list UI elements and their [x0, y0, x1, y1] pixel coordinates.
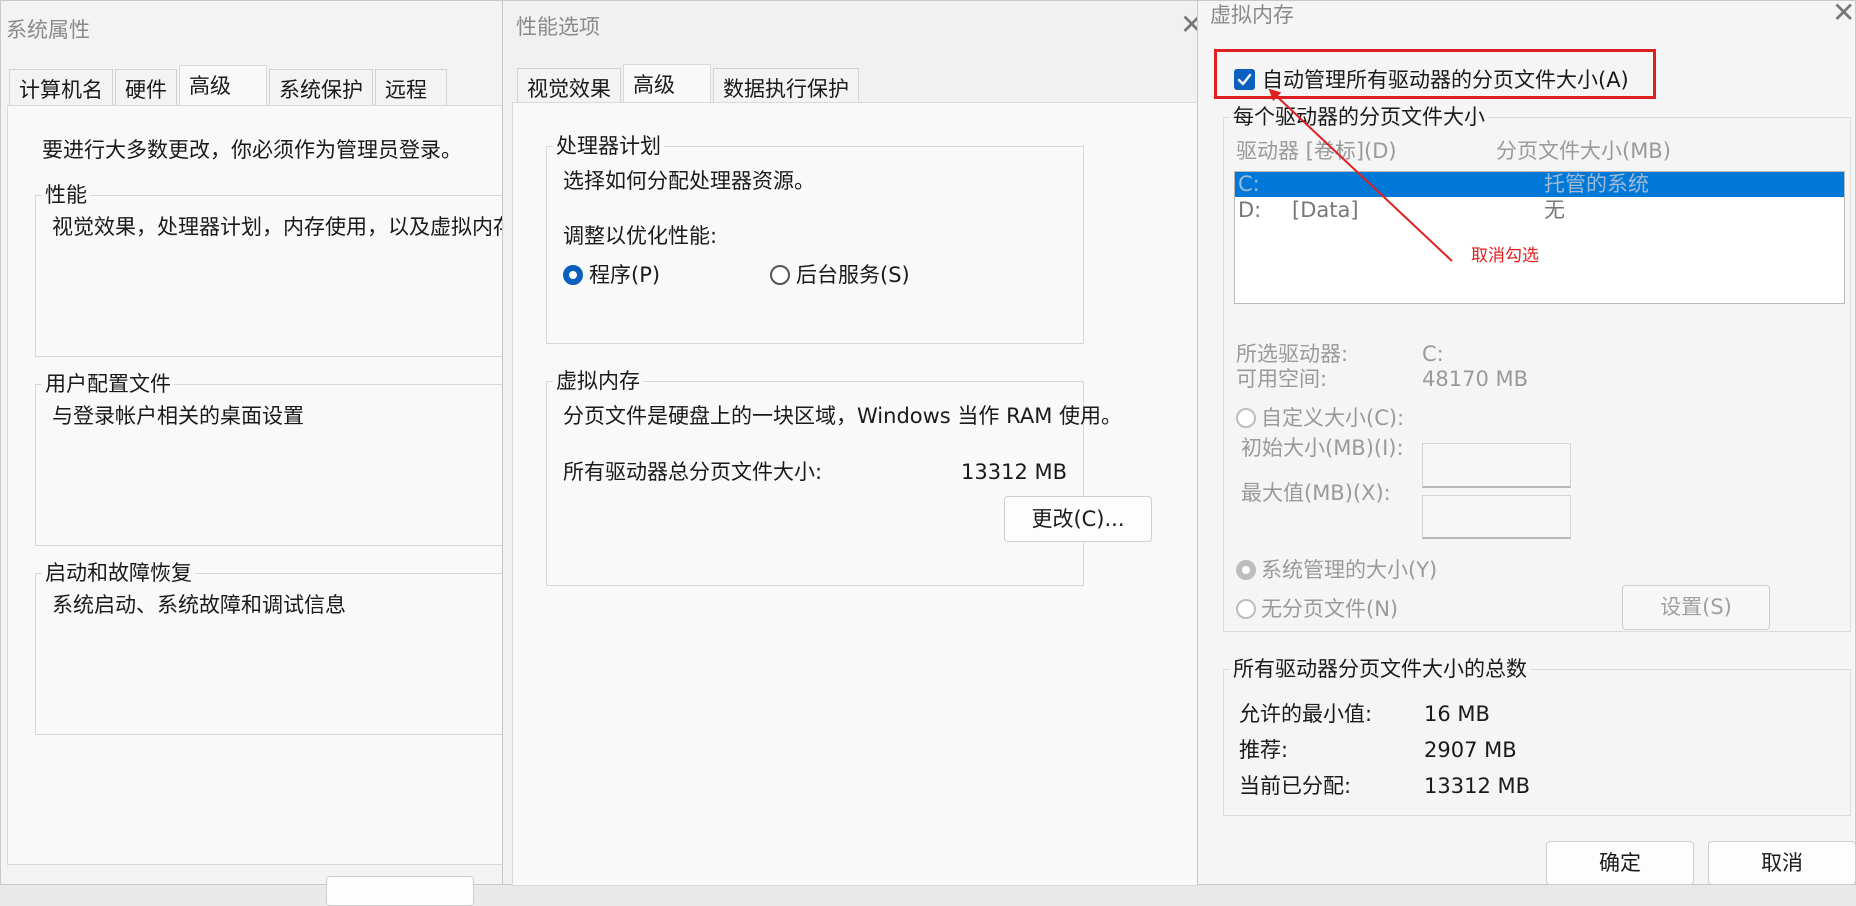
- totals-group: 所有驱动器分页文件大小的总数 允许的最小值: 16 MB 推荐: 2907 MB…: [1223, 655, 1851, 816]
- drive-label: [Data]: [1292, 198, 1359, 222]
- system-properties-window: 系统属性 计算机名 硬件 高级 系统保护 远程 要进行大多数更改，你必须作为管理…: [0, 0, 522, 906]
- system-managed-radio[interactable]: [1236, 560, 1256, 580]
- programs-radio[interactable]: [563, 265, 583, 285]
- performance-label: 性能: [42, 181, 90, 209]
- initial-size-label: 初始大小(MB)(I):: [1241, 436, 1404, 460]
- startup-recovery-label: 启动和故障恢复: [42, 559, 195, 587]
- free-space-label: 可用空间:: [1236, 367, 1328, 391]
- no-paging-label: 无分页文件(N): [1261, 597, 1399, 621]
- drive-letter: C:: [1238, 172, 1260, 196]
- recommended-label: 推荐:: [1239, 738, 1289, 762]
- performance-options-window: 性能选项 ✕ 视觉效果 高级 数据执行保护 处理器计划 选择如何分配处理器资源。…: [502, 0, 1203, 886]
- per-drive-group: 每个驱动器的分页文件大小 驱动器 [卷标](D) 分页文件大小(MB) C: 托…: [1223, 103, 1851, 632]
- performance-group: 性能 视觉效果，处理器计划，内存使用，以及虚拟内存: [35, 181, 522, 357]
- max-size-input[interactable]: [1422, 495, 1571, 539]
- processor-desc: 选择如何分配处理器资源。: [563, 169, 815, 193]
- user-profiles-desc: 与登录帐户相关的桌面设置: [52, 404, 304, 428]
- total-paging-value: 13312 MB: [961, 460, 1068, 484]
- annotation-text: 取消勾选: [1471, 246, 1539, 266]
- tab-system-protection[interactable]: 系统保护: [269, 69, 373, 106]
- background-radio-option[interactable]: 后台服务(S): [770, 259, 930, 291]
- virtual-memory-desc: 分页文件是硬盘上的一块区域，Windows 当作 RAM 使用。: [563, 404, 1122, 428]
- recommended-value: 2907 MB: [1424, 738, 1517, 762]
- programs-radio-option[interactable]: 程序(P): [563, 259, 693, 291]
- tab-visual-effects[interactable]: 视觉效果: [517, 68, 621, 105]
- window-title: 虚拟内存: [1210, 3, 1294, 27]
- drive-letter: D:: [1238, 198, 1262, 222]
- tab-hardware[interactable]: 硬件: [115, 69, 177, 106]
- free-space-value: 48170 MB: [1422, 367, 1529, 391]
- background-services-radio[interactable]: [770, 265, 790, 285]
- custom-size-radio[interactable]: [1236, 408, 1256, 428]
- drive-paging-size: 托管的系统: [1544, 172, 1649, 196]
- tab-advanced[interactable]: 高级: [179, 65, 267, 106]
- tab-strip: 计算机名 硬件 高级 系统保护 远程: [9, 65, 449, 106]
- tab-advanced[interactable]: 高级: [623, 64, 711, 105]
- per-drive-label: 每个驱动器的分页文件大小: [1230, 103, 1488, 131]
- virtual-memory-window: 虚拟内存 ✕ 自动管理所有驱动器的分页文件大小(A) 每个驱动器的分页文件大小 …: [1197, 0, 1856, 885]
- system-managed-label: 系统管理的大小(Y): [1261, 558, 1438, 582]
- min-allowed-value: 16 MB: [1424, 702, 1490, 726]
- close-icon[interactable]: ✕: [1832, 0, 1855, 27]
- size-column-header: 分页文件大小(MB): [1496, 139, 1671, 163]
- user-profiles-label: 用户配置文件: [42, 370, 174, 398]
- user-profiles-group: 用户配置文件 与登录帐户相关的桌面设置: [35, 370, 522, 546]
- drive-row-c[interactable]: C: 托管的系统: [1235, 172, 1844, 197]
- startup-recovery-group: 启动和故障恢复 系统启动、系统故障和调试信息: [35, 559, 522, 735]
- min-allowed-label: 允许的最小值:: [1239, 702, 1373, 726]
- tab-strip: 视觉效果 高级 数据执行保护: [517, 64, 861, 105]
- max-size-label: 最大值(MB)(X):: [1241, 481, 1391, 505]
- change-button[interactable]: 更改(C)...: [1004, 496, 1152, 542]
- tab-computer-name[interactable]: 计算机名: [9, 69, 113, 106]
- admin-note: 要进行大多数更改，你必须作为管理员登录。: [42, 138, 462, 162]
- background-services-label: 后台服务(S): [796, 263, 910, 287]
- totals-label: 所有驱动器分页文件大小的总数: [1230, 655, 1530, 683]
- adjust-label: 调整以优化性能:: [563, 224, 718, 248]
- current-allocated-value: 13312 MB: [1424, 774, 1531, 798]
- window-title: 系统属性: [6, 18, 90, 42]
- cancel-button[interactable]: 取消: [1708, 841, 1856, 885]
- drive-list[interactable]: C: 托管的系统 D: [Data] 无: [1234, 171, 1845, 304]
- custom-size-label: 自定义大小(C):: [1261, 406, 1405, 430]
- ok-button[interactable]: 确定: [1546, 841, 1694, 885]
- selected-drive-value: C:: [1422, 342, 1444, 366]
- tab-remote[interactable]: 远程: [375, 69, 447, 106]
- advanced-panel: 处理器计划 选择如何分配处理器资源。 调整以优化性能: 程序(P) 后台服务(S…: [512, 102, 1198, 886]
- no-paging-radio[interactable]: [1236, 599, 1256, 619]
- drive-row-d[interactable]: D: [Data] 无: [1235, 197, 1844, 224]
- obscured-button[interactable]: [326, 876, 474, 906]
- processor-scheduling-group: 处理器计划 选择如何分配处理器资源。 调整以优化性能: 程序(P) 后台服务(S…: [546, 132, 1084, 344]
- selected-drive-label: 所选驱动器:: [1236, 342, 1349, 366]
- custom-size-option[interactable]: 自定义大小(C):: [1236, 404, 1436, 434]
- performance-desc: 视觉效果，处理器计划，内存使用，以及虚拟内存: [52, 215, 514, 239]
- current-allocated-label: 当前已分配:: [1239, 774, 1352, 798]
- total-paging-label: 所有驱动器总分页文件大小:: [563, 460, 823, 484]
- programs-radio-label: 程序(P): [589, 263, 661, 287]
- virtual-memory-group: 虚拟内存 分页文件是硬盘上的一块区域，Windows 当作 RAM 使用。 所有…: [546, 367, 1152, 586]
- highlight-box: [1214, 49, 1656, 99]
- drive-column-header: 驱动器 [卷标](D): [1236, 139, 1397, 163]
- system-managed-option[interactable]: 系统管理的大小(Y): [1236, 556, 1456, 586]
- set-button[interactable]: 设置(S): [1622, 585, 1770, 630]
- drive-paging-size: 无: [1544, 198, 1565, 222]
- virtual-memory-label: 虚拟内存: [553, 367, 643, 395]
- startup-recovery-desc: 系统启动、系统故障和调试信息: [52, 593, 346, 617]
- advanced-panel: 要进行大多数更改，你必须作为管理员登录。 性能 视觉效果，处理器计划，内存使用，…: [7, 105, 522, 865]
- no-paging-option[interactable]: 无分页文件(N): [1236, 595, 1436, 625]
- window-title: 性能选项: [516, 15, 600, 39]
- tab-dep[interactable]: 数据执行保护: [713, 68, 859, 105]
- processor-scheduling-label: 处理器计划: [553, 132, 664, 160]
- initial-size-input[interactable]: [1422, 443, 1571, 488]
